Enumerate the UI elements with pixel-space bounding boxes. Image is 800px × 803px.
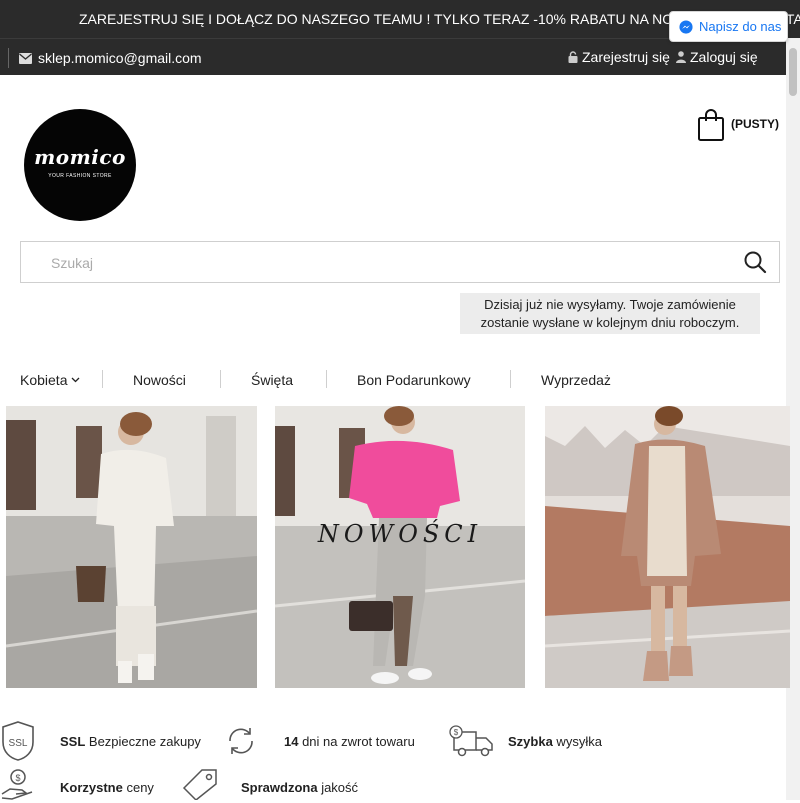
feature-label: Korzystne ceny bbox=[60, 780, 154, 795]
nav-label: Święta bbox=[251, 372, 294, 388]
price-hand-icon: $ bbox=[0, 768, 36, 800]
search-bar bbox=[20, 241, 780, 283]
nav-item-swieta[interactable]: Święta bbox=[251, 372, 293, 388]
feature-label: 14 dni na zwrot towaru bbox=[284, 734, 415, 749]
nav-label: Nowości bbox=[133, 372, 186, 388]
return-arrows-icon bbox=[224, 724, 258, 758]
divider bbox=[8, 48, 9, 68]
shopping-bag-icon bbox=[698, 109, 724, 141]
user-icon bbox=[676, 51, 686, 63]
nav-divider bbox=[102, 370, 103, 388]
lock-icon bbox=[568, 51, 578, 63]
logo-tagline: YOUR FASHION STORE bbox=[48, 173, 112, 179]
search-icon[interactable] bbox=[743, 250, 767, 274]
register-link[interactable]: Zarejestruj się bbox=[568, 49, 670, 65]
nav-label: Bon Podarunkowy bbox=[357, 372, 471, 388]
banner-title[interactable]: NOWOŚCI bbox=[275, 520, 525, 548]
login-link[interactable]: Zaloguj się bbox=[676, 49, 758, 65]
nav-label: Wyprzedaż bbox=[541, 372, 611, 388]
ssl-shield-icon: SSL bbox=[0, 720, 36, 762]
features-row: SSL SSL Bezpieczne zakupy 14 dni na zwro… bbox=[0, 718, 800, 802]
svg-text:$: $ bbox=[15, 773, 20, 783]
shipping-notice-line2: zostanie wysłane w kolejnym dniu roboczy… bbox=[480, 315, 740, 330]
nav-item-bon-podarunkowy[interactable]: Bon Podarunkowy bbox=[357, 372, 471, 388]
messenger-icon bbox=[679, 19, 693, 34]
delivery-truck-icon: $ bbox=[448, 724, 494, 758]
email-text: sklep.momico@gmail.com bbox=[38, 50, 202, 66]
logo-word: momico bbox=[34, 145, 126, 169]
feature-label: Sprawdzona jakość bbox=[241, 780, 359, 795]
login-label: Zaloguj się bbox=[690, 49, 758, 65]
messenger-chat-button[interactable]: Napisz do nas bbox=[669, 11, 788, 42]
nav-label: Kobieta bbox=[20, 372, 68, 388]
nav-item-kobieta[interactable]: Kobieta bbox=[20, 372, 80, 388]
messenger-label: Napisz do nas bbox=[699, 19, 782, 34]
search-input[interactable] bbox=[51, 252, 731, 274]
banner-photo-1 bbox=[6, 406, 257, 688]
chevron-down-icon bbox=[72, 377, 80, 383]
nav-divider bbox=[220, 370, 221, 388]
shipping-notice: Dzisiaj już nie wysyłamy. Twoje zamówien… bbox=[460, 293, 760, 334]
price-tag-icon bbox=[180, 768, 218, 802]
email-link[interactable]: sklep.momico@gmail.com bbox=[19, 50, 202, 66]
cart-status: (PUSTY) bbox=[731, 117, 779, 131]
main-nav: Kobieta Nowości Święta Bon Podarunkowy W… bbox=[0, 366, 800, 394]
svg-text:$: $ bbox=[454, 728, 459, 737]
scrollbar-thumb[interactable] bbox=[789, 48, 797, 96]
feature-label: Szybka wysyłka bbox=[508, 734, 602, 749]
nav-divider bbox=[510, 370, 511, 388]
nav-divider bbox=[326, 370, 327, 388]
nav-item-nowosci[interactable]: Nowości bbox=[133, 372, 186, 388]
banner-photo-3 bbox=[545, 406, 790, 688]
svg-text:SSL: SSL bbox=[9, 738, 28, 749]
cart-button[interactable]: (PUSTY) bbox=[697, 107, 779, 141]
nav-item-wyprzedaz[interactable]: Wyprzedaż bbox=[541, 372, 611, 388]
shipping-notice-line1: Dzisiaj już nie wysyłamy. Twoje zamówien… bbox=[484, 297, 736, 312]
store-logo[interactable]: momico YOUR FASHION STORE bbox=[24, 109, 136, 221]
feature-label: SSL Bezpieczne zakupy bbox=[60, 734, 201, 749]
envelope-icon bbox=[19, 52, 32, 64]
register-label: Zarejestruj się bbox=[582, 49, 670, 65]
account-bar: sklep.momico@gmail.com Zarejestruj się Z… bbox=[0, 38, 800, 75]
